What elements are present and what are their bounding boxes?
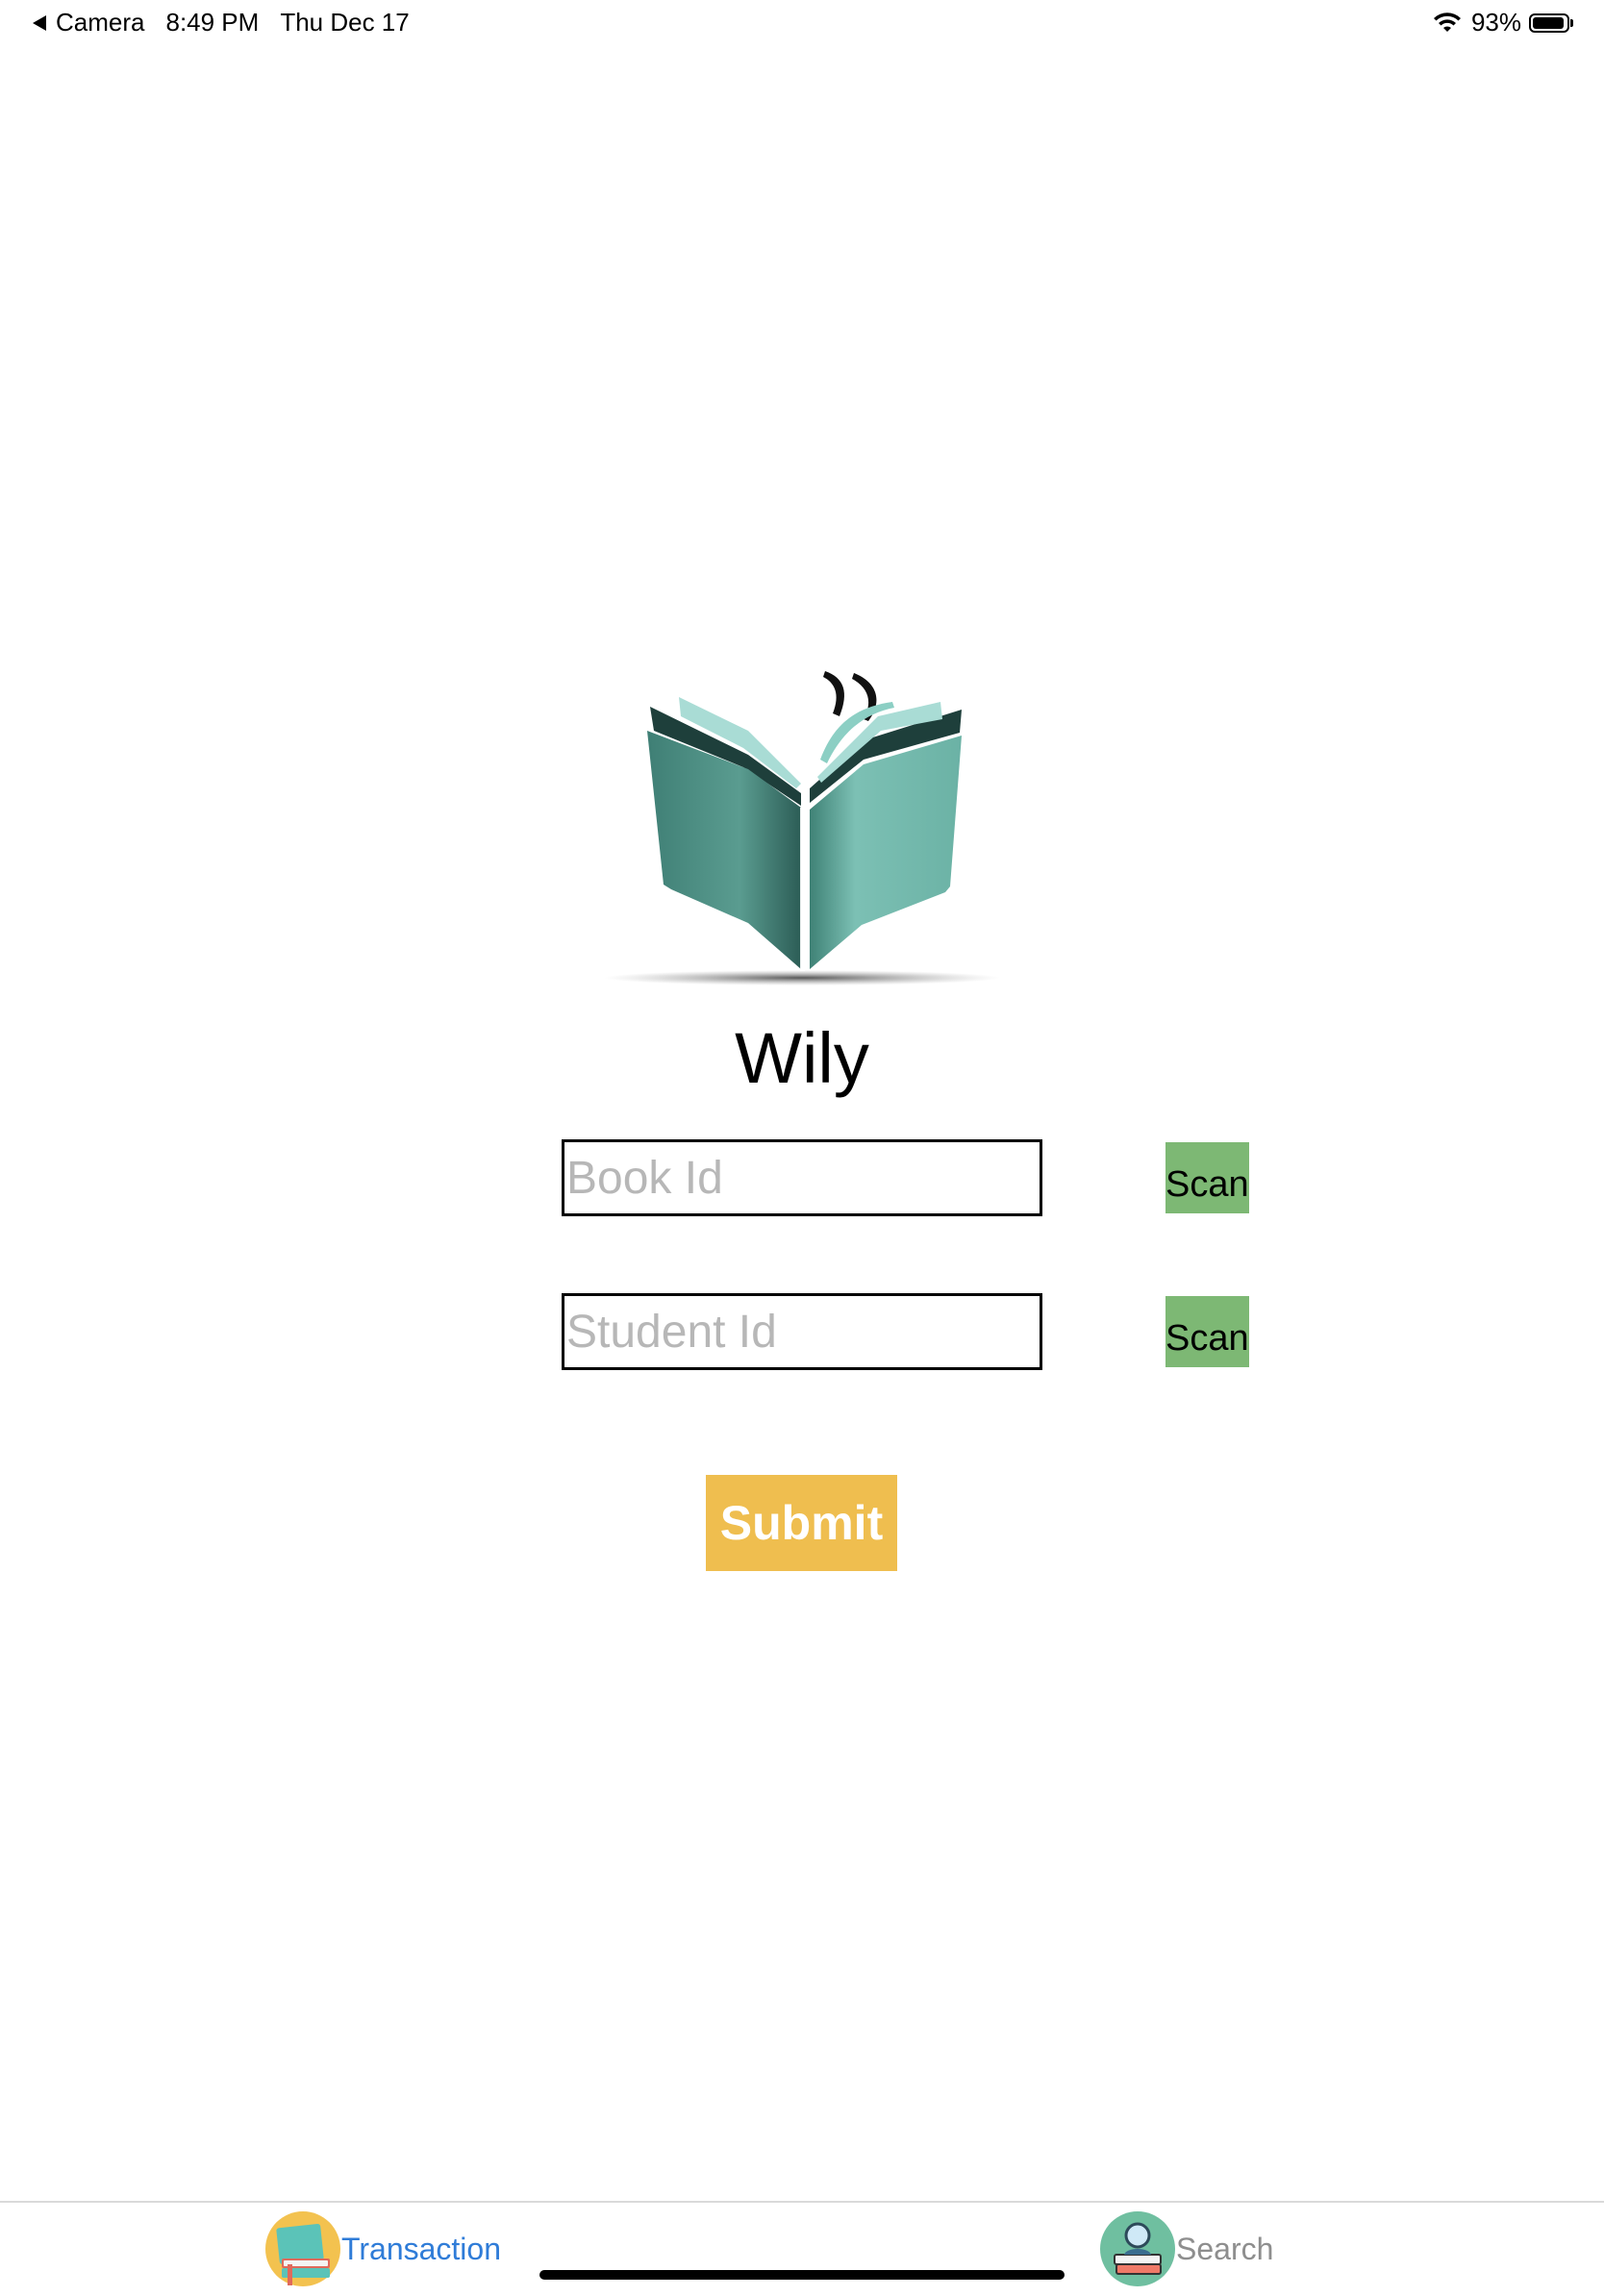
battery-icon (1529, 12, 1575, 34)
tab-search-label: Search (1176, 2231, 1274, 2266)
scan-student-button[interactable]: Scan (1165, 1296, 1249, 1367)
status-right: 93% (1433, 8, 1575, 37)
status-left: Camera 8:49 PM Thu Dec 17 (33, 8, 431, 37)
tab-transaction-label: Transaction (341, 2231, 501, 2266)
battery-percentage: 93% (1470, 8, 1521, 37)
home-indicator[interactable] (539, 2270, 1065, 2280)
status-time: 8:49 PM (165, 8, 260, 37)
book-stack-icon (265, 2211, 340, 2286)
tab-bar: Transaction Search (0, 2201, 1604, 2296)
status-bar: Camera 8:49 PM Thu Dec 17 93% (0, 0, 1604, 44)
tab-transaction[interactable]: Transaction (264, 2210, 501, 2287)
scan-book-button[interactable]: Scan (1165, 1142, 1249, 1213)
status-date: Thu Dec 17 (280, 8, 410, 37)
book-id-input[interactable] (564, 1142, 1165, 1213)
open-book-logo-icon (604, 671, 1000, 986)
submit-button[interactable]: Submit (706, 1475, 897, 1571)
search-books-icon (1100, 2211, 1175, 2286)
back-arrow-icon[interactable] (33, 14, 46, 31)
tab-search[interactable]: Search (1099, 2210, 1273, 2287)
back-app-label[interactable]: Camera (56, 8, 144, 37)
wifi-icon (1433, 12, 1461, 32)
student-id-input[interactable] (564, 1296, 1165, 1367)
app-title: Wily (735, 1018, 869, 1098)
book-id-row: Scan (562, 1139, 1249, 1216)
student-id-row: Scan (562, 1293, 1249, 1370)
